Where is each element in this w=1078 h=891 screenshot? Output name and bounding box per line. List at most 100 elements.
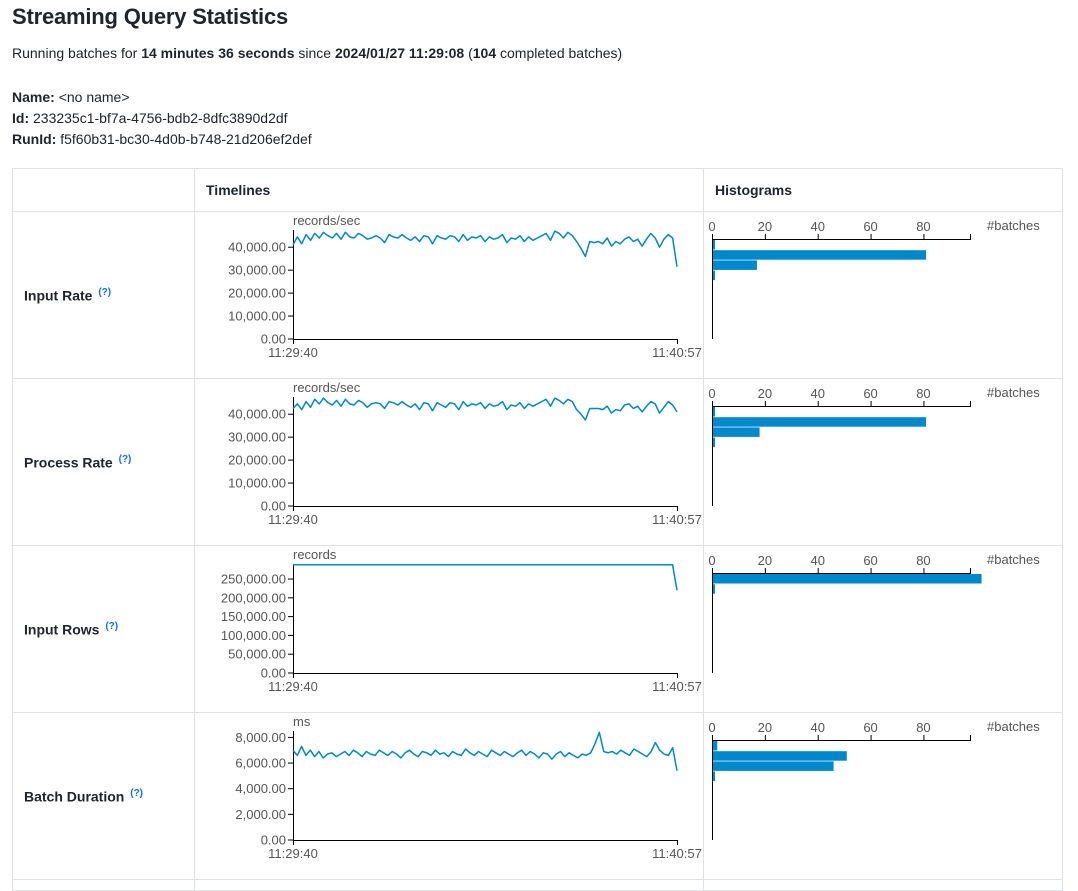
help-icon[interactable]: (?) <box>119 454 132 465</box>
series-line <box>292 230 678 267</box>
y-tick-label: 20,000.00 <box>228 453 286 468</box>
unit-label: records/sec <box>293 213 361 228</box>
y-tick-label: 10,000.00 <box>228 476 286 491</box>
y-tick-label: 200,000.00 <box>221 590 286 605</box>
table-cell <box>194 879 704 891</box>
x-tick-label: 20 <box>758 720 772 735</box>
summary-open-paren: ( <box>464 45 473 61</box>
metric-label-cell: Input Rows (?) <box>12 545 195 713</box>
y-tick-label: 40,000.00 <box>228 407 286 422</box>
histogram-bar <box>713 270 715 281</box>
x-tick-label: 11:29:40 <box>268 345 318 360</box>
x-tick-label: 0 <box>708 720 715 735</box>
x-tick-label: 80 <box>916 720 930 735</box>
help-icon[interactable]: (?) <box>98 287 111 298</box>
page-title: Streaming Query Statistics <box>12 4 289 29</box>
metric-label-cell: Process Rate (?) <box>12 378 195 546</box>
x-tick-label: 60 <box>863 219 877 234</box>
query-name-value: <no name> <box>58 89 130 105</box>
histogram-cell: 0 20 40 60 80 #batches <box>703 712 1063 880</box>
histogram-bar <box>713 417 927 427</box>
run-start-time: 2024/01/27 11:29:08 <box>334 45 465 61</box>
table-cell <box>12 879 195 891</box>
histogram-bar <box>713 260 757 270</box>
histogram-bar <box>713 407 715 417</box>
next-metric-row <box>12 879 1063 891</box>
metric-label: Batch Duration <box>24 788 125 805</box>
histogram-bar <box>713 761 834 771</box>
timeline-chart-batch-duration[interactable]: ms0.002,000.004,000.006,000.008,000.0011… <box>195 713 704 879</box>
unit-label: ms <box>293 714 311 729</box>
query-runid-label: RunId: <box>12 131 57 147</box>
x-tick-label: 11:40:57 <box>652 846 702 861</box>
help-icon[interactable]: (?) <box>105 621 118 632</box>
metric-label-cell: Input Rate (?) <box>12 211 195 379</box>
x-tick-label: 0 <box>708 386 715 401</box>
unit-label: records/sec <box>293 380 361 395</box>
x-tick-label: 60 <box>863 553 877 568</box>
y-tick-label: 250,000.00 <box>221 572 286 587</box>
summary-suffix: completed batches) <box>496 45 623 61</box>
help-icon[interactable]: (?) <box>130 788 143 799</box>
x-tick-label: 60 <box>863 386 877 401</box>
summary-prefix: Running batches for <box>12 45 142 61</box>
histogram-bar <box>713 250 927 260</box>
timeline-cell: records/sec 0.00 10,000.00 20,000.00 30,000.… <box>194 211 704 379</box>
metric-label-cell: Batch Duration (?) <box>12 712 195 880</box>
run-summary: Running batches for 14 minutes 36 second… <box>12 45 622 61</box>
y-tick-label: 150,000.00 <box>221 609 286 624</box>
histogram-bar <box>713 584 715 594</box>
query-id-row: Id: 233235c1-bf7a-4756-bdb2-8dfc3890d2df <box>12 108 312 129</box>
metric-row-batch-duration: Batch Duration (?) ms 0.00 2,000.00 4,000.0… <box>12 712 1063 880</box>
timeline-cell: records/sec 0.00 10,000.00 20,000.00 30,000.… <box>194 378 704 546</box>
x-tick-label: 20 <box>758 553 772 568</box>
histogram-bar <box>713 741 718 751</box>
histogram-chart-batch-duration[interactable]: 0 20 40 60 80 #batches <box>704 713 1063 879</box>
x-tick-label: 60 <box>863 720 877 735</box>
series-line <box>293 564 678 591</box>
x-tick-label: 80 <box>916 386 930 401</box>
y-tick-label: 40,000.00 <box>228 240 286 255</box>
x-tick-label: 11:29:40 <box>268 846 318 861</box>
metric-label: Input Rows <box>24 621 100 638</box>
query-info: Name: <no name> Id: 233235c1-bf7a-4756-b… <box>12 87 312 150</box>
y-tick-label: 2,000.00 <box>235 807 286 822</box>
histogram-chart-process-rate[interactable]: 0 20 40 60 80 #batches <box>704 379 1063 545</box>
x-tick-label: 80 <box>916 219 930 234</box>
x-tick-label: 20 <box>758 219 772 234</box>
timeline-cell: records 0.00 50,000.00 100,000.00 150,000.00… <box>194 545 704 713</box>
histogram-axis-label: #batches <box>987 385 1040 400</box>
y-tick-label: 50,000.00 <box>228 647 286 662</box>
table-header-row: Timelines Histograms <box>12 168 1063 212</box>
x-tick-label: 40 <box>810 720 824 735</box>
y-tick-label: 100,000.00 <box>221 628 286 643</box>
series-line <box>292 731 678 771</box>
timeline-chart-input-rows[interactable]: records0.0050,000.00100,000.00150,000.00… <box>195 546 704 712</box>
x-tick-label: 0 <box>708 553 715 568</box>
query-name-row: Name: <no name> <box>12 87 312 108</box>
histogram-axis-label: #batches <box>987 719 1040 734</box>
query-name-label: Name: <box>12 89 55 105</box>
histogram-chart-input-rate[interactable]: 0 20 40 60 80 #batches <box>704 212 1063 378</box>
histogram-chart-input-rows[interactable]: 0 20 40 60 80 #batches <box>704 546 1063 712</box>
timeline-chart-input-rate[interactable]: records/sec0.0010,000.0020,000.0030,000.… <box>195 212 704 378</box>
timeline-cell: ms 0.00 2,000.00 4,000.00 6,000.00 8,000.00 11… <box>194 712 704 880</box>
query-id-value: 233235c1-bf7a-4756-bdb2-8dfc3890d2df <box>33 110 288 126</box>
header-histograms: Histograms <box>703 168 1063 212</box>
y-tick-label: 20,000.00 <box>228 286 286 301</box>
histogram-cell: 0 20 40 60 80 #batches <box>703 378 1063 546</box>
timeline-chart-process-rate[interactable]: records/sec0.0010,000.0020,000.0030,000.… <box>195 379 704 545</box>
x-tick-label: 11:29:40 <box>268 679 318 694</box>
streaming-query-page: Streaming Query Statistics Running batch… <box>0 0 1078 891</box>
header-empty-cell <box>12 168 195 212</box>
x-tick-label: 40 <box>810 553 824 568</box>
histogram-bar <box>713 751 847 761</box>
unit-label: records <box>293 547 337 562</box>
summary-since-label: since <box>294 45 335 61</box>
histogram-cell: 0 20 40 60 80 #batches <box>703 545 1063 713</box>
histogram-bar <box>713 574 982 584</box>
x-tick-label: 20 <box>758 386 772 401</box>
histogram-axis-label: #batches <box>987 552 1040 567</box>
header-timelines: Timelines <box>194 168 704 212</box>
query-runid-row: RunId: f5f60b31-bc30-4d0b-b748-21d206ef2… <box>12 129 312 150</box>
